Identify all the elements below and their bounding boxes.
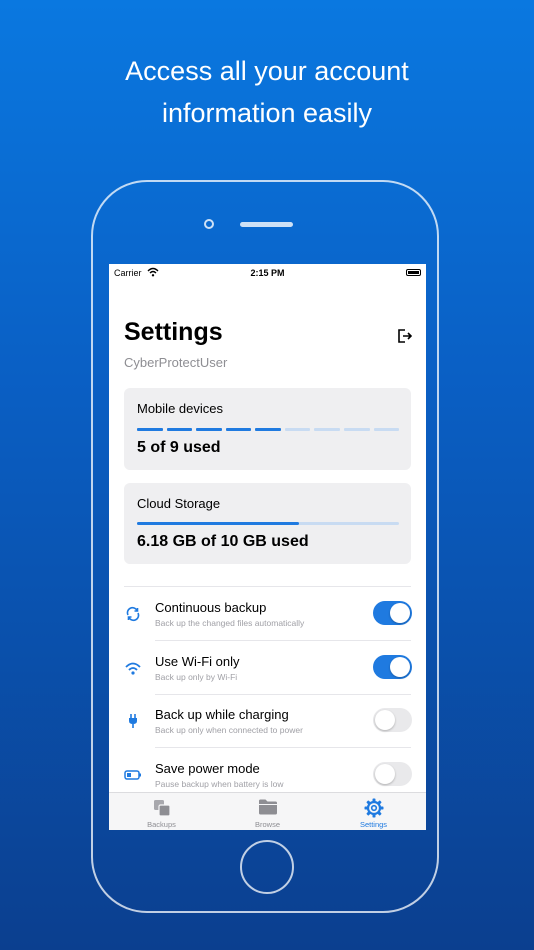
front-camera xyxy=(204,219,214,229)
folder-icon xyxy=(215,798,320,816)
cloud-storage-bar xyxy=(137,522,399,525)
setting-wifi-only: Use Wi-Fi only Back up only by Wi-Fi xyxy=(109,641,426,694)
continuous-backup-toggle[interactable] xyxy=(373,601,412,625)
backup-while-charging-toggle[interactable] xyxy=(373,708,412,732)
cloud-storage-label: Cloud Storage xyxy=(137,496,221,511)
device-segment xyxy=(284,428,311,431)
wifi-only-toggle[interactable] xyxy=(373,655,412,679)
status-bar: Carrier 2:15 PM xyxy=(109,264,426,282)
headline-line-1: Access all your account xyxy=(125,56,409,86)
setting-subtitle: Pause backup when battery is low xyxy=(155,779,284,789)
cloud-storage-usage: 6.18 GB of 10 GB used xyxy=(137,533,309,550)
toggle-knob xyxy=(375,764,395,784)
tab-bar: Backups Browse Settings xyxy=(109,792,426,830)
device-segment xyxy=(314,428,340,431)
wifi-icon xyxy=(123,659,143,677)
toggle-knob xyxy=(390,603,410,623)
mobile-devices-usage: 5 of 9 used xyxy=(137,439,221,456)
setting-title: Continuous backup xyxy=(155,600,267,615)
clock: 2:15 PM xyxy=(250,268,285,278)
tab-settings[interactable]: Settings xyxy=(321,793,426,830)
page-title: Settings xyxy=(124,318,223,346)
app-screen: Carrier 2:15 PM Settings CyberProtectUse… xyxy=(109,264,426,830)
setting-title: Back up while charging xyxy=(155,707,289,722)
mobile-devices-label: Mobile devices xyxy=(137,401,223,416)
battery-status-icon xyxy=(406,269,421,276)
toggle-knob xyxy=(375,710,395,730)
setting-title: Save power mode xyxy=(155,761,260,776)
battery-icon xyxy=(123,766,143,784)
toggle-knob xyxy=(390,657,410,677)
tab-label: Browse xyxy=(254,820,280,829)
setting-subtitle: Back up only when connected to power xyxy=(155,725,303,735)
device-segment xyxy=(343,428,370,431)
mobile-devices-meter xyxy=(137,428,400,431)
plug-icon xyxy=(123,712,143,730)
backups-icon xyxy=(109,798,214,818)
save-power-mode-toggle[interactable] xyxy=(373,762,412,786)
headline: Access all your account information easi… xyxy=(0,50,534,134)
headline-line-2: information easily xyxy=(161,98,373,128)
username: CyberProtectUser xyxy=(124,355,228,370)
earpiece-speaker xyxy=(240,222,293,227)
tab-browse[interactable]: Browse xyxy=(215,793,320,830)
setting-title: Use Wi-Fi only xyxy=(155,654,240,669)
setting-continuous-backup: Continuous backup Back up the changed fi… xyxy=(109,587,426,640)
cloud-storage-card: Cloud Storage 6.18 GB of 10 GB used xyxy=(124,483,411,564)
setting-subtitle: Back up the changed files automatically xyxy=(155,618,305,628)
cloud-storage-bar-fill xyxy=(137,522,299,525)
mobile-devices-card: Mobile devices 5 of 9 used xyxy=(124,388,411,470)
device-segment xyxy=(166,428,193,431)
device-segment xyxy=(225,428,252,431)
setting-subtitle: Back up only by Wi-Fi xyxy=(155,672,238,682)
gear-icon xyxy=(321,798,426,818)
logout-icon[interactable] xyxy=(396,328,412,344)
home-button[interactable] xyxy=(240,840,294,894)
tab-label: Backups xyxy=(147,820,176,829)
setting-backup-while-charging: Back up while charging Back up only when… xyxy=(109,694,426,747)
device-segment xyxy=(196,428,222,431)
device-segment xyxy=(373,428,400,431)
tab-label: Settings xyxy=(359,820,388,829)
sync-icon xyxy=(123,605,143,623)
device-segment xyxy=(137,428,163,431)
tab-backups[interactable]: Backups xyxy=(109,793,214,830)
device-segment xyxy=(255,428,281,431)
